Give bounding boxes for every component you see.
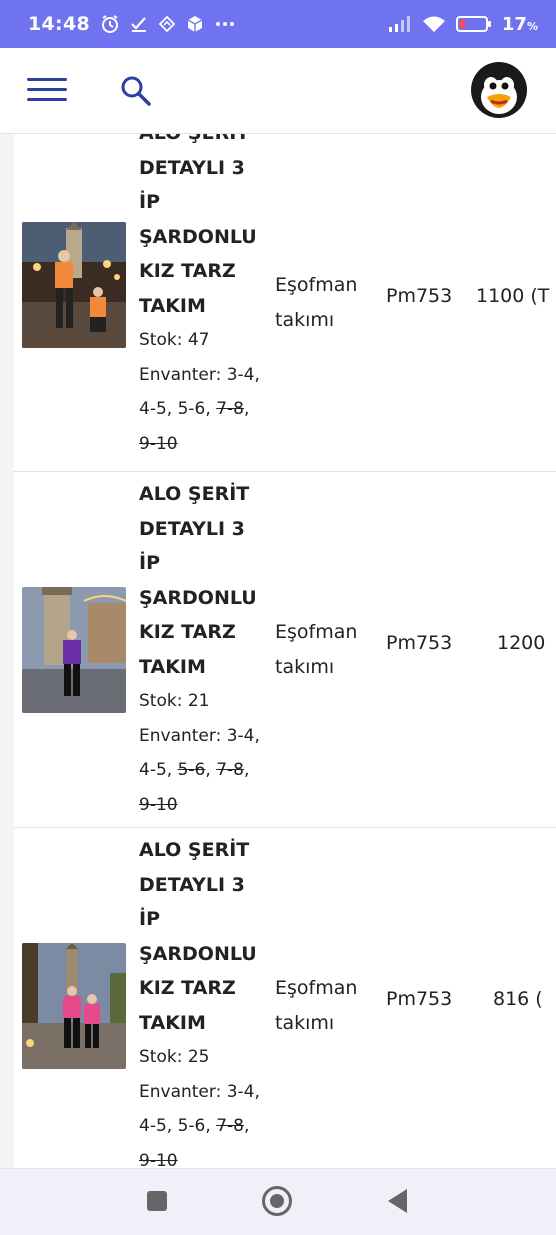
stock-label: Stok: 21 — [139, 691, 210, 711]
category-cell: Eşofman takımı — [275, 274, 358, 331]
inventory-label: Envanter: — [139, 1081, 222, 1102]
box-icon — [187, 16, 203, 32]
size-3-4: 3-4 — [226, 725, 255, 746]
size-4-5: 4-5 — [139, 1116, 167, 1136]
status-right-icons: 17% — [388, 14, 538, 35]
inventory-label: Envanter: — [139, 364, 222, 385]
stock-label: Stok: 47 — [139, 330, 210, 350]
size-7-8: 7-8 — [216, 399, 244, 419]
size-9-10: 9-10 — [139, 1150, 178, 1169]
product-name[interactable]: ALO ŞERİT DETAYLI 3 İP ŞARDONLU KIZ TARZ… — [139, 477, 269, 684]
status-time: 14:48 — [28, 13, 90, 35]
size-7-8: 7-8 — [216, 1116, 244, 1136]
product-photo-orange — [22, 222, 126, 348]
size-9-10: 9-10 — [139, 794, 178, 815]
product-table[interactable]: ALO ŞERİT DETAYLI 3 İP ŞARDONLU KIZ TARZ… — [0, 134, 556, 1168]
arrow-icon — [158, 15, 176, 33]
table-row[interactable]: ALO ŞERİT DETAYLI 3 İP ŞARDONLU KIZ TARZ… — [14, 828, 556, 1168]
size-3-4: 3-4 — [226, 1081, 255, 1102]
size-4-5: 4-5 — [139, 760, 167, 780]
recents-square-icon[interactable] — [147, 1191, 167, 1211]
code-cell: Pm753 — [386, 285, 453, 307]
size-3-4: 3-4 — [226, 364, 255, 385]
inventory-sizes: Envanter: 3-4, 4-5, 5-6, 7-8, 9-10 — [139, 719, 269, 823]
check-icon — [131, 17, 146, 32]
price-cell: 1200 — [497, 632, 546, 654]
size-9-10: 9-10 — [139, 433, 178, 454]
stock-label: Stok: 25 — [139, 1047, 210, 1067]
inventory-sizes: Envanter: 3-4, 4-5, 5-6, 7-8, 9-10 — [139, 358, 269, 462]
product-info: ALO ŞERİT DETAYLI 3 İP ŞARDONLU KIZ TARZ… — [139, 134, 269, 461]
product-rows: ALO ŞERİT DETAYLI 3 İP ŞARDONLU KIZ TARZ… — [14, 134, 556, 1168]
product-info: ALO ŞERİT DETAYLI 3 İP ŞARDONLU KIZ TARZ… — [139, 477, 269, 822]
search-icon[interactable] — [118, 73, 154, 109]
price-cell: 816 ( — [493, 988, 543, 1010]
size-5-6: 5-6 — [177, 399, 206, 419]
product-image[interactable] — [22, 943, 126, 1069]
product-info: ALO ŞERİT DETAYLI 3 İP ŞARDONLU KIZ TARZ… — [139, 833, 269, 1168]
size-5-6: 5-6 — [177, 760, 206, 780]
category-cell: Eşofman takımı — [275, 621, 358, 678]
battery-icon — [455, 16, 491, 32]
product-image[interactable] — [22, 587, 126, 713]
table-row[interactable]: ALO ŞERİT DETAYLI 3 İP ŞARDONLU KIZ TARZ… — [14, 134, 556, 472]
product-name[interactable]: ALO ŞERİT DETAYLI 3 İP ŞARDONLU KIZ TARZ… — [139, 833, 269, 1040]
inventory-sizes: Envanter: 3-4, 4-5, 5-6, 7-8, 9-10 — [139, 1075, 269, 1169]
status-bar: 14:48 17% — [0, 0, 556, 48]
wifi-icon — [422, 16, 445, 32]
penguin-avatar-icon[interactable] — [470, 61, 528, 119]
alarm-icon — [101, 15, 118, 33]
signal-icon — [388, 16, 410, 32]
product-photo-purple — [22, 587, 126, 713]
more-dots-icon — [215, 22, 234, 26]
size-5-6: 5-6 — [177, 1116, 206, 1136]
product-image[interactable] — [22, 222, 126, 348]
status-left-icons — [100, 14, 236, 34]
system-nav-bar — [0, 1168, 556, 1235]
app-bar — [0, 48, 556, 134]
code-cell: Pm753 — [386, 988, 453, 1010]
product-name[interactable]: ALO ŞERİT DETAYLI 3 İP ŞARDONLU KIZ TARZ… — [139, 134, 269, 323]
inventory-label: Envanter: — [139, 725, 222, 746]
hamburger-menu-icon[interactable] — [27, 78, 67, 102]
price-cell: 1100 (T — [476, 285, 550, 307]
product-photo-pink — [22, 943, 126, 1069]
home-circle-icon[interactable] — [262, 1186, 292, 1216]
screen: 14:48 17% DETAYLI 3 İP ŞARDONLU KIZ TARZ… — [0, 0, 556, 1235]
size-4-5: 4-5 — [139, 399, 167, 419]
back-triangle-icon[interactable] — [388, 1189, 407, 1213]
battery-percent: 17% — [501, 13, 538, 35]
table-row[interactable]: ALO ŞERİT DETAYLI 3 İP ŞARDONLU KIZ TARZ… — [14, 472, 556, 828]
size-7-8: 7-8 — [216, 760, 244, 780]
code-cell: Pm753 — [386, 632, 453, 654]
category-cell: Eşofman takımı — [275, 977, 358, 1034]
